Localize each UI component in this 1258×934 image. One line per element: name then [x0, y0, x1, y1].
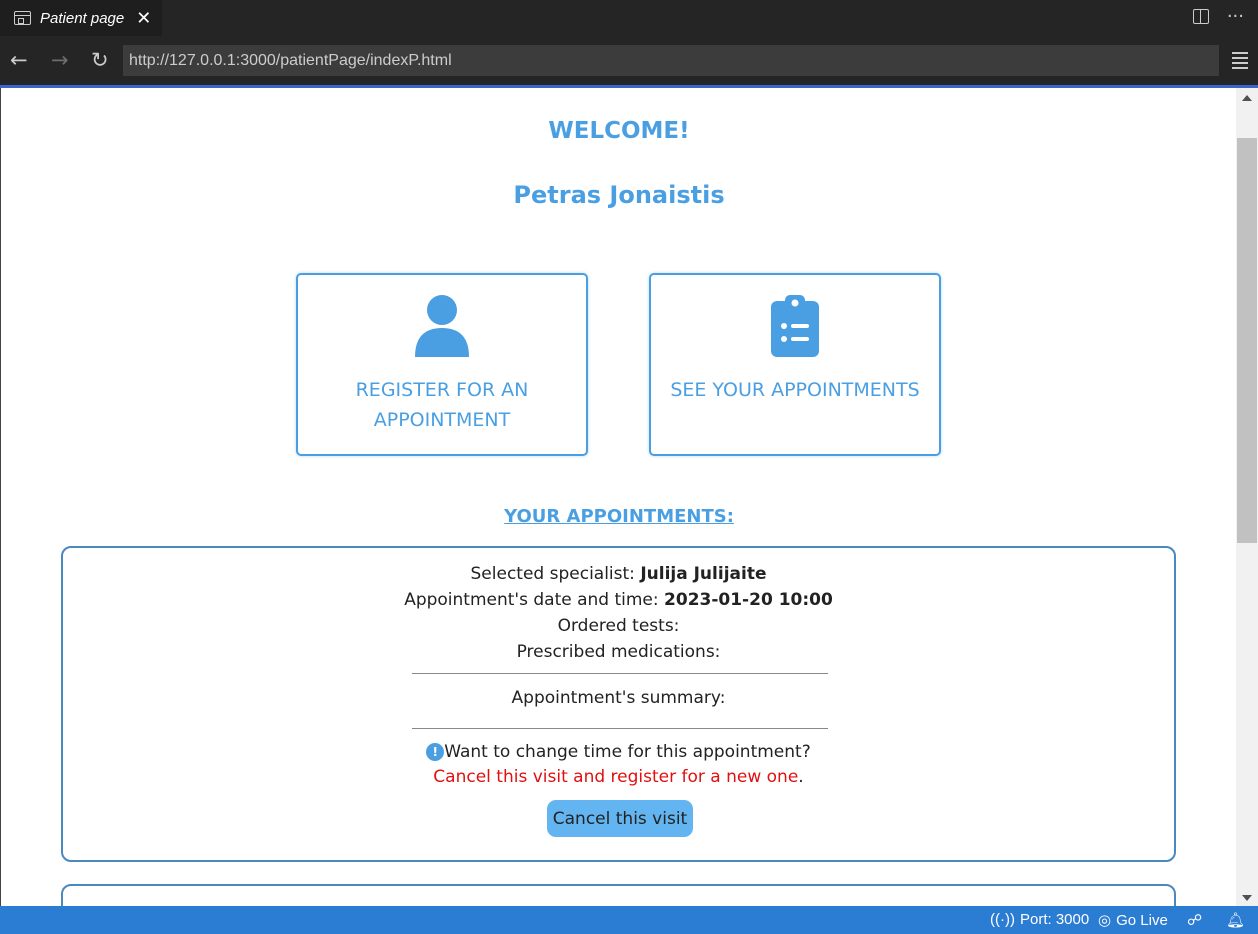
specialist-line: Selected specialist: Julija Julijaite	[63, 561, 1174, 587]
page-content: WELCOME! Petras Jonaistis REGISTER FOR A…	[0, 88, 1236, 906]
appointment-card: Selected specialist: Julija Julijaite Ap…	[61, 546, 1176, 862]
user-icon	[415, 295, 469, 357]
go-live-status[interactable]: ◎ Go Live	[1098, 911, 1168, 930]
datetime-line: Appointment's date and time: 2023-01-20 …	[63, 587, 1174, 613]
patient-name: Petras Jonaistis	[513, 181, 725, 209]
url-input[interactable]: http://127.0.0.1:3000/patientPage/indexP…	[123, 45, 1219, 76]
menu-icon[interactable]	[1232, 52, 1248, 72]
datetime-label: Appointment's date and time:	[404, 590, 665, 610]
register-card-label: REGISTER FOR AN APPOINTMENT	[355, 379, 529, 431]
prescribed-medications-label: Prescribed medications:	[516, 642, 721, 662]
appointments-card-label: SEE YOUR APPOINTMENTS	[670, 379, 920, 401]
port-status[interactable]: ((·)) Port: 3000	[990, 911, 1089, 928]
feedback-icon[interactable]: ☍	[1187, 911, 1202, 929]
status-bar: ((·)) Port: 3000 ◎ Go Live ☍ 🔔︎	[0, 906, 1258, 934]
specialist-name: Julija Julijaite	[640, 564, 767, 584]
preview-icon	[14, 11, 31, 25]
change-time-question: Want to change time for this appointment…	[444, 742, 811, 762]
cancel-visit-button[interactable]: Cancel this visit	[547, 800, 693, 837]
editor-tab-bar: Patient page ✕ ···	[0, 0, 1258, 36]
cancel-hint-line: Cancel this visit and register for a new…	[63, 764, 1174, 790]
forward-button[interactable]: →	[51, 47, 69, 73]
more-actions-icon[interactable]: ···	[1227, 6, 1244, 27]
scroll-down-icon[interactable]	[1242, 895, 1252, 901]
appointment-card-next	[61, 884, 1176, 906]
appointment-datetime: 2023-01-20 10:00	[664, 590, 833, 610]
divider	[412, 728, 828, 729]
port-label: Port: 3000	[1019, 911, 1090, 928]
specialist-label: Selected specialist:	[470, 564, 641, 584]
broadcast-icon: ((·))	[990, 911, 1015, 928]
your-appointments-heading: YOUR APPOINTMENTS:	[504, 506, 734, 527]
summary-label: Appointment's summary:	[511, 688, 726, 708]
browser-nav-bar: ← → ↻ http://127.0.0.1:3000/patientPage/…	[0, 36, 1258, 85]
see-appointments-card[interactable]: SEE YOUR APPOINTMENTS	[649, 273, 941, 456]
info-icon: !	[426, 743, 445, 761]
divider	[412, 673, 828, 674]
tab-patient-page[interactable]: Patient page ✕	[0, 0, 162, 36]
live-icon: ◎	[1098, 912, 1112, 929]
change-time-line: ! Want to change time for this appointmen…	[63, 739, 1174, 765]
cancel-hint-period: .	[798, 767, 804, 787]
cancel-hint-text: Cancel this visit and register for a new…	[433, 767, 799, 787]
register-appointment-card[interactable]: REGISTER FOR AN APPOINTMENT	[296, 273, 588, 456]
reload-button[interactable]: ↻	[91, 47, 109, 73]
back-button[interactable]: ←	[10, 47, 28, 73]
welcome-heading: WELCOME!	[548, 118, 690, 144]
go-live-label: Go Live	[1116, 911, 1168, 929]
split-editor-icon[interactable]	[1192, 9, 1209, 24]
clipboard-list-icon	[771, 295, 819, 357]
scroll-up-icon[interactable]	[1242, 95, 1252, 101]
page-scrollbar[interactable]	[1236, 88, 1258, 906]
scroll-thumb[interactable]	[1237, 138, 1257, 543]
tab-title: Patient page	[40, 9, 125, 27]
close-icon[interactable]: ✕	[136, 8, 151, 29]
bell-icon[interactable]: 🔔︎	[1226, 911, 1245, 929]
ordered-tests-label: Ordered tests:	[557, 616, 680, 636]
